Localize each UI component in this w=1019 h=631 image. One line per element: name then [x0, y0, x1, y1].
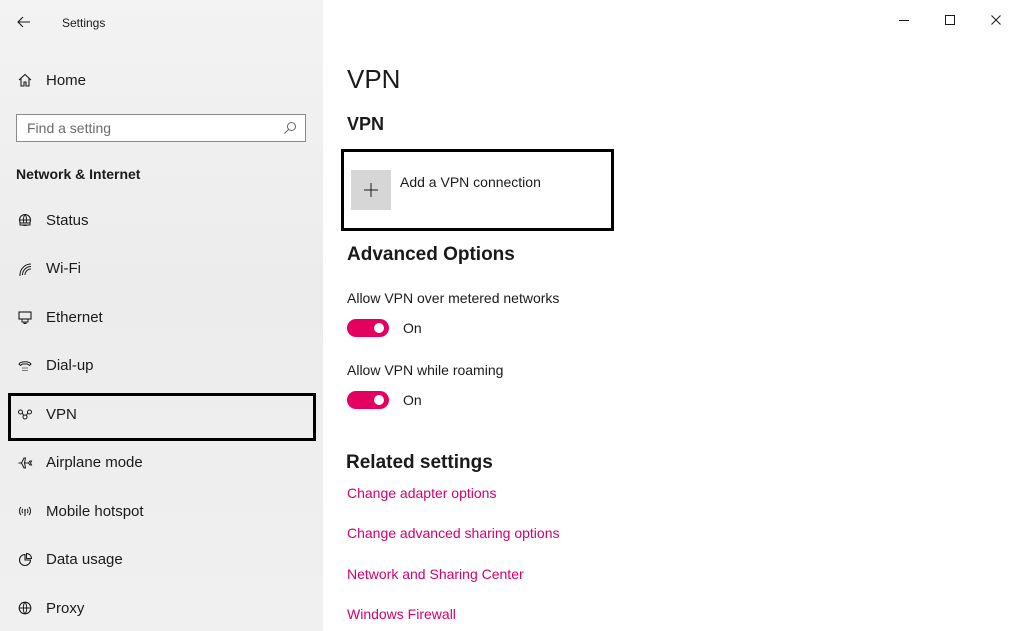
sidebar-item-status[interactable]: Status: [0, 196, 323, 245]
sidebar: Settings Home Network & Internet: [0, 0, 323, 631]
sidebar-item-label: Home: [46, 71, 87, 89]
sidebar-item-dialup[interactable]: Dial-up: [0, 342, 323, 391]
toggle-knob: [374, 323, 384, 333]
sidebar-item-label: Proxy: [46, 599, 85, 617]
sidebar-item-wifi[interactable]: Wi-Fi: [0, 245, 323, 294]
home-icon: [0, 72, 46, 88]
sidebar-item-label: Wi-Fi: [46, 260, 81, 278]
hotspot-icon: [0, 503, 46, 519]
sidebar-item-airplane-mode[interactable]: Airplane mode: [0, 439, 323, 488]
link-change-adapter-options[interactable]: Change adapter options: [347, 485, 496, 501]
settings-window: Settings Home Network & Internet: [0, 0, 1019, 631]
wifi-icon: [0, 261, 46, 277]
page-title: VPN: [347, 64, 401, 94]
sidebar-item-label: Data usage: [46, 551, 123, 569]
add-vpn-label: Add a VPN connection: [400, 174, 541, 190]
sidebar-item-label: Status: [46, 211, 89, 229]
related-settings-title: Related settings: [346, 452, 493, 473]
main-content: VPN VPN Add a VPN connection Advanced Op…: [323, 0, 1019, 631]
search-box: [16, 114, 306, 142]
advanced-options-title: Advanced Options: [347, 244, 515, 265]
roaming-toggle[interactable]: [347, 391, 389, 409]
toggle-state-label: On: [403, 320, 422, 336]
sidebar-item-label: Dial-up: [46, 357, 94, 375]
search-icon[interactable]: [275, 115, 305, 141]
app-title: Settings: [62, 16, 106, 30]
title-bar: Settings: [0, 0, 323, 44]
sidebar-item-label: VPN: [46, 405, 77, 423]
link-change-advanced-sharing-options[interactable]: Change advanced sharing options: [347, 525, 560, 541]
globe-icon: [0, 600, 46, 616]
plus-icon: [351, 170, 391, 210]
sidebar-item-label: Ethernet: [46, 308, 103, 326]
sidebar-item-mobile-hotspot[interactable]: Mobile hotspot: [0, 487, 323, 536]
toggle-knob: [374, 395, 384, 405]
sidebar-item-label: Airplane mode: [46, 454, 143, 472]
section-heading: Network & Internet: [16, 166, 141, 182]
sidebar-item-home[interactable]: Home: [0, 62, 323, 98]
dialup-icon: [0, 358, 46, 374]
roaming-label: Allow VPN while roaming: [347, 362, 504, 378]
sidebar-item-ethernet[interactable]: Ethernet: [0, 293, 323, 342]
vpn-icon: [0, 406, 46, 422]
roaming-toggle-row: On: [347, 389, 422, 411]
metered-networks-toggle[interactable]: [347, 319, 389, 337]
sidebar-item-label: Mobile hotspot: [46, 502, 144, 520]
airplane-icon: [0, 455, 46, 471]
globe-icon: [0, 212, 46, 228]
back-button[interactable]: [12, 10, 36, 34]
link-windows-firewall[interactable]: Windows Firewall: [347, 606, 456, 622]
nav-list: Status Wi-Fi Ethernet Dial-up VPN Airpla…: [0, 196, 323, 631]
add-vpn-connection-button[interactable]: Add a VPN connection: [341, 149, 614, 231]
metered-networks-label: Allow VPN over metered networks: [347, 290, 560, 306]
link-network-and-sharing-center[interactable]: Network and Sharing Center: [347, 566, 524, 582]
sidebar-item-data-usage[interactable]: Data usage: [0, 536, 323, 585]
section-title-vpn: VPN: [347, 114, 385, 134]
search-input[interactable]: [17, 115, 275, 141]
toggle-state-label: On: [403, 392, 422, 408]
ethernet-icon: [0, 309, 46, 325]
metered-networks-toggle-row: On: [347, 317, 422, 339]
data-usage-icon: [0, 552, 46, 568]
sidebar-item-proxy[interactable]: Proxy: [0, 584, 323, 631]
sidebar-item-vpn[interactable]: VPN: [0, 390, 323, 441]
back-arrow-icon: [17, 16, 30, 28]
